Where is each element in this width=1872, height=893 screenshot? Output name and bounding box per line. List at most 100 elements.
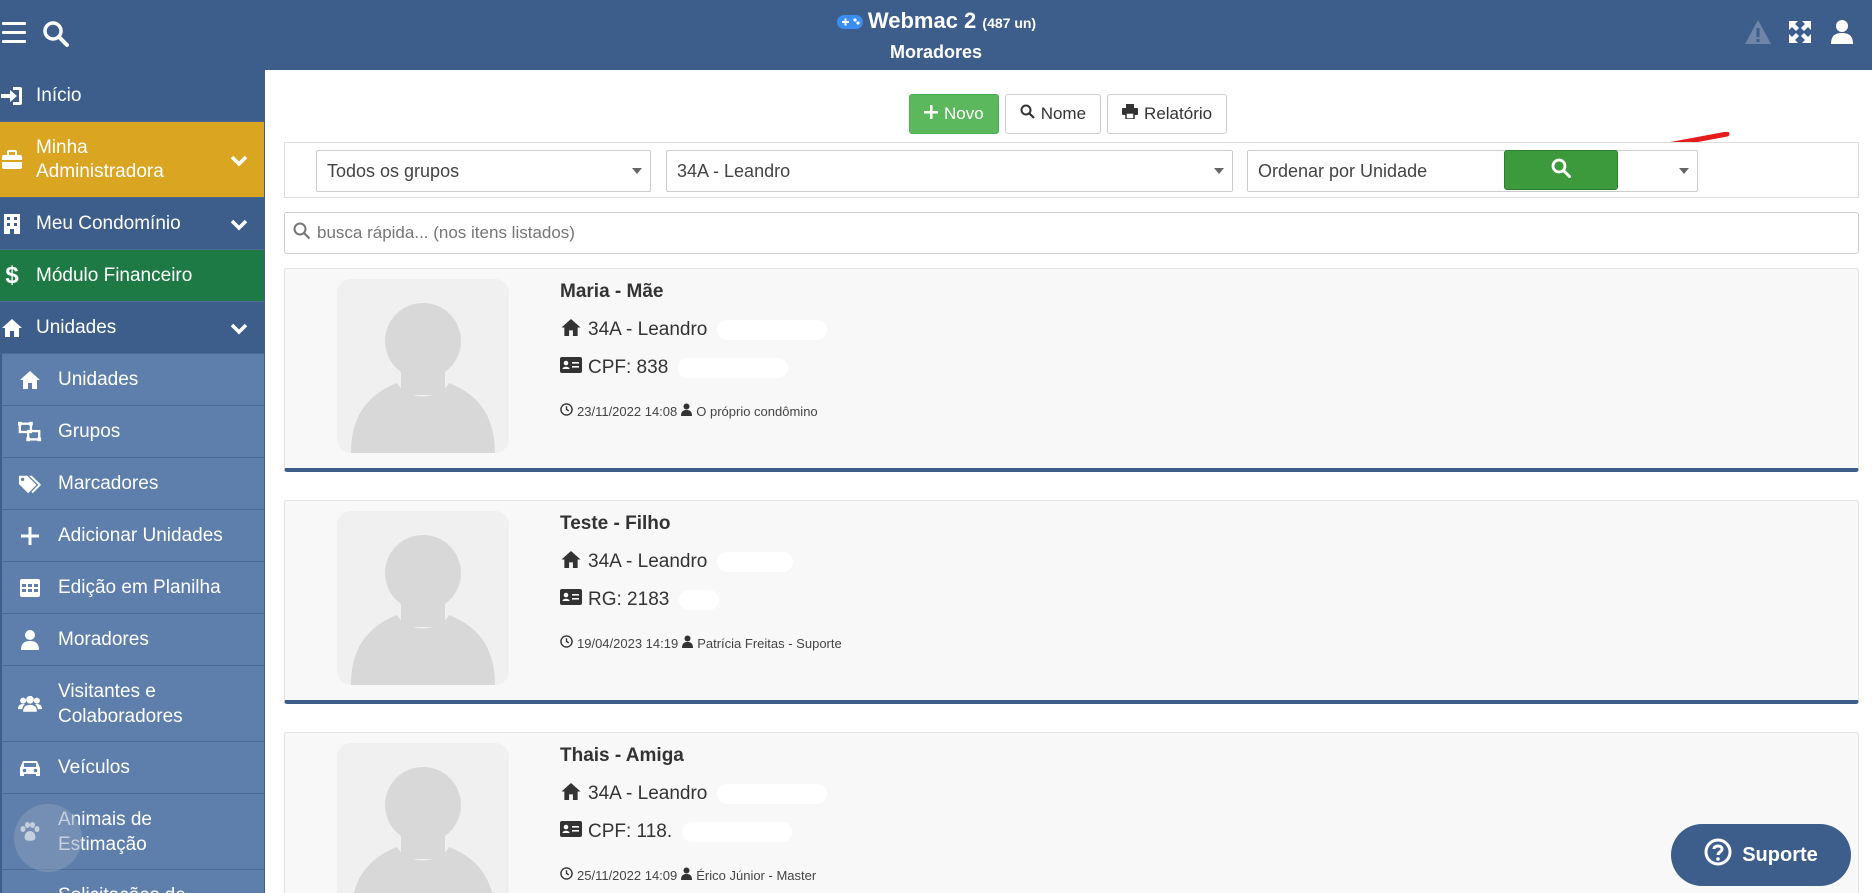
quick-search [284, 212, 1859, 254]
header-actions [1744, 18, 1872, 46]
sidebar-subitem-veiculos[interactable]: Veículos [0, 742, 264, 794]
support-button[interactable]: Suporte [1671, 824, 1851, 886]
sidebar-item-label: Solicitações de [58, 885, 186, 893]
resident-document-text: RG: 2183 [588, 589, 670, 610]
filter-search-button[interactable] [1504, 150, 1618, 190]
user-icon [681, 867, 693, 883]
new-button[interactable]: Novo [909, 94, 999, 134]
users-icon [18, 692, 42, 716]
sidebar-subitem-grupos[interactable]: Grupos [0, 406, 264, 458]
chevron-down-icon[interactable] [228, 317, 250, 339]
caret-down-icon [1214, 168, 1224, 174]
briefcase-icon [0, 148, 24, 172]
main-content: Novo Nome Relatório Todos os grupos 34A … [265, 70, 1872, 893]
resident-document-text: CPF: 838 [588, 357, 669, 378]
sidebar-item-financeiro[interactable]: $ Módulo Financeiro [0, 250, 264, 302]
plus-icon [18, 524, 42, 548]
warning-icon[interactable] [1744, 18, 1772, 46]
avatar [337, 511, 509, 685]
clock-icon [560, 635, 573, 651]
caret-down-icon [632, 168, 642, 174]
redaction-blur [678, 358, 789, 378]
sidebar-subitem-marcadores[interactable]: Marcadores [0, 458, 264, 510]
app-title-line: Webmac 2 (487 un) [0, 8, 1872, 37]
order-select[interactable]: Ordenar por Unidade [1247, 150, 1698, 192]
resident-unit: 34A - Leandro [560, 311, 828, 349]
search-icon [1020, 104, 1035, 124]
resident-document: CPF: 118. [560, 813, 827, 851]
home-icon [560, 782, 582, 807]
resident-unit-text: 34A - Leandro [588, 551, 708, 572]
app-title: Webmac 2 [867, 8, 977, 33]
support-label: Suporte [1742, 843, 1818, 866]
dollar-icon: $ [5, 261, 19, 289]
filter-bar: Todos os grupos 34A - Leandro Ordenar po… [284, 142, 1859, 198]
resident-unit: 34A - Leandro [560, 543, 842, 581]
sidebar-subitem-unidades[interactable]: Unidades [0, 354, 264, 406]
resident-card[interactable]: Thais - Amiga 34A - Leandro CPF: 118. 25… [284, 732, 1859, 893]
resident-created-by: Patrícia Freitas - Suporte [697, 635, 842, 651]
report-button-label: Relatório [1144, 104, 1213, 123]
group-select[interactable]: Todos os grupos [316, 150, 651, 192]
sidebar-subitem-visitantes[interactable]: Visitantes e Colaboradores [0, 666, 264, 742]
user-icon[interactable] [1828, 18, 1856, 46]
object-group-icon [18, 420, 42, 444]
resident-unit-text: 34A - Leandro [588, 319, 708, 340]
name-search-button[interactable]: Nome [1004, 94, 1102, 134]
redaction-blur [717, 552, 794, 572]
home-icon [0, 316, 24, 340]
resident-meta: 19/04/2023 14:19 Patrícia Freitas - Supo… [560, 635, 842, 651]
sidebar-subitem-edicao-planilha[interactable]: Edição em Planilha [0, 562, 264, 614]
fullscreen-icon[interactable] [1786, 18, 1814, 46]
resident-info: Maria - Mãe 34A - Leandro CPF: 838 23/11… [560, 281, 828, 419]
sidebar-item-label: Unidades [36, 316, 117, 338]
unit-count: (487 un) [982, 15, 1037, 31]
group-select-value: Todos os grupos [327, 160, 460, 181]
resident-unit-text: 34A - Leandro [588, 783, 708, 804]
resident-card[interactable]: Maria - Mãe 34A - Leandro CPF: 838 23/11… [284, 268, 1859, 472]
sidebar-item-condominio[interactable]: Meu Condomínio [0, 198, 264, 250]
sidebar-subitem-adicionar-unidades[interactable]: Adicionar Unidades [0, 510, 264, 562]
resident-meta: 23/11/2022 14:08 O próprio condômino [560, 403, 827, 419]
resident-card[interactable]: Teste - Filho 34A - Leandro RG: 2183 19/… [284, 500, 1859, 704]
new-button-label: Novo [944, 104, 984, 123]
chevron-down-icon[interactable] [228, 213, 250, 235]
sidebar-item-inicio[interactable]: Início [0, 70, 264, 122]
sidebar-item-label: Grupos [58, 420, 121, 442]
sidebar-subitem-solicitacoes[interactable]: Solicitações de [0, 870, 264, 893]
chevron-down-icon[interactable] [228, 149, 250, 171]
home-icon [560, 550, 582, 575]
sidebar-item-label: Minha Administradora [36, 136, 164, 182]
redaction-blur [682, 822, 793, 842]
search-icon [1551, 158, 1571, 183]
id-card-icon [560, 589, 582, 611]
sidebar-item-label: Adicionar Unidades [58, 524, 223, 546]
page-header: Webmac 2 (487 un) Moradores [0, 8, 1872, 63]
avatar [337, 279, 509, 453]
resident-unit: 34A - Leandro [560, 775, 828, 813]
sidebar-item-label: Início [36, 84, 82, 106]
resident-document: CPF: 838 [560, 349, 827, 387]
sidebar-subitem-moradores[interactable]: Moradores [0, 614, 264, 666]
redaction-blur [679, 590, 720, 610]
clock-icon [560, 403, 573, 419]
plus-icon [924, 104, 938, 124]
home-icon [18, 368, 42, 392]
search-icon [293, 222, 311, 245]
sidebar-item-administradora[interactable]: Minha Administradora [0, 122, 264, 198]
sidebar-item-unidades[interactable]: Unidades [0, 302, 264, 354]
user-icon [682, 635, 694, 651]
floating-paw-button[interactable] [14, 804, 82, 872]
order-select-value: Ordenar por Unidade [1258, 160, 1428, 181]
sidebar-item-label: Módulo Financeiro [36, 264, 193, 286]
sign-in-icon [0, 84, 24, 108]
table-icon [18, 576, 42, 600]
report-button[interactable]: Relatório [1107, 94, 1228, 134]
quick-search-input[interactable] [317, 223, 1726, 243]
resident-info: Teste - Filho 34A - Leandro RG: 2183 19/… [560, 513, 842, 651]
sidebar-item-label: Edição em Planilha [58, 576, 221, 598]
gamepad-icon [836, 11, 864, 37]
tags-icon [18, 472, 42, 496]
unit-select[interactable]: 34A - Leandro [666, 150, 1233, 192]
sidebar-item-label: Visitantes e Colaboradores [58, 680, 183, 727]
